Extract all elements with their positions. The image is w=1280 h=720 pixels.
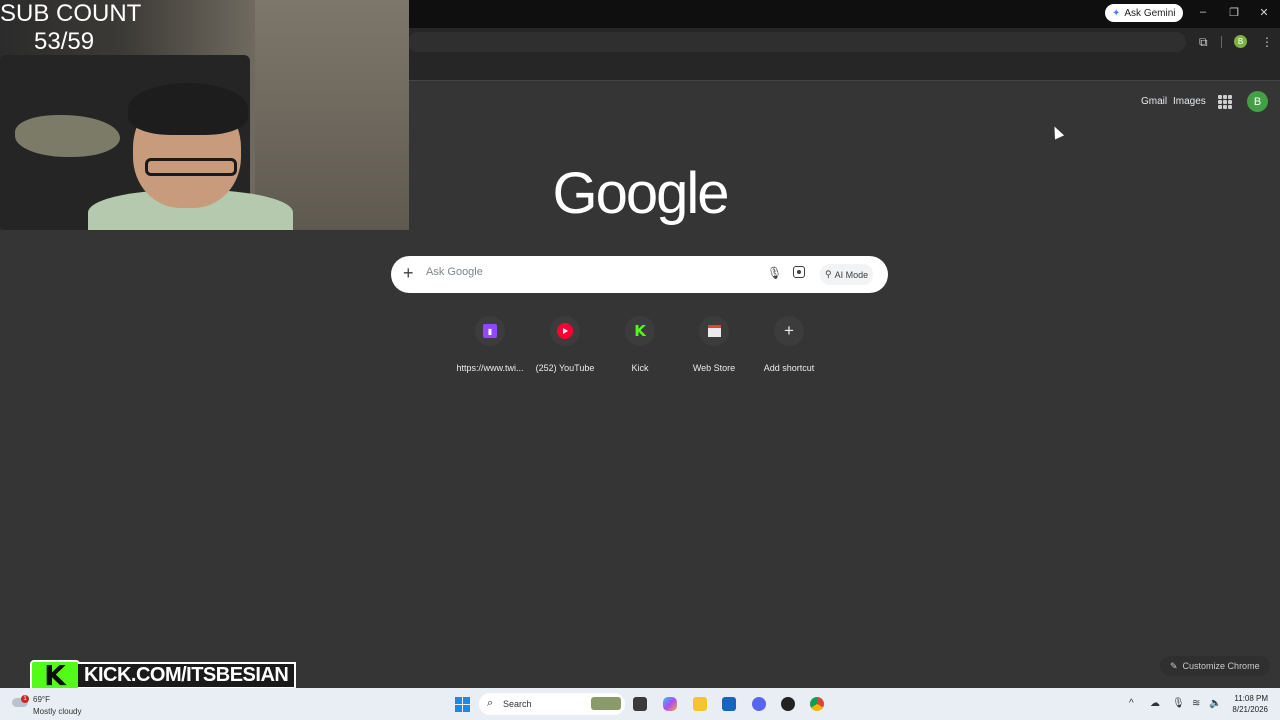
images-link[interactable]: Images [1173, 96, 1206, 107]
kebab-menu-icon[interactable]: ⋮ [1261, 35, 1273, 49]
webcam-person-hair [128, 83, 248, 135]
chevron-up-icon[interactable]: ^ [1129, 698, 1134, 709]
webcam-person-glasses [145, 158, 237, 176]
plus-icon: + [784, 321, 794, 340]
extensions-icon[interactable]: ⧉ [1199, 35, 1208, 50]
kick-channel-url: KICK.COM/ITSBESIAN [78, 662, 297, 689]
shortcut-tile: + [774, 316, 804, 346]
obs-icon[interactable] [781, 697, 795, 711]
shortcut-label: (252) YouTube [535, 363, 595, 373]
search-box[interactable]: + Ask Google 🎙 ⚲ AI Mode [391, 256, 888, 293]
copilot-icon[interactable] [663, 697, 677, 711]
microsoft-store-icon[interactable] [722, 697, 736, 711]
chrome-icon[interactable] [810, 697, 824, 711]
shortcut-tile: K [625, 316, 655, 346]
weather-widget[interactable]: 1 69°F Mostly cloudy [12, 692, 112, 718]
discord-icon[interactable] [752, 697, 766, 711]
webcam-wall [255, 0, 409, 230]
add-shortcut-button[interactable]: + Add shortcut [752, 316, 826, 373]
shortcut-tile [550, 316, 580, 346]
weather-temp: 69°F [33, 695, 50, 704]
shortcut-kick[interactable]: K Kick [603, 316, 677, 373]
shortcut-label: Add shortcut [763, 363, 815, 373]
sub-count-value: 53/59 [34, 28, 95, 55]
windows-taskbar: 1 69°F Mostly cloudy ⌕ Search ^ ☁ 🎙 ≋ 🔈 … [0, 688, 1280, 720]
clock-date: 8/21/2026 [1232, 705, 1268, 714]
web-store-icon [707, 325, 721, 337]
shortcut-twitch[interactable]: ▮ https://www.twi... [453, 316, 527, 373]
kick-logo-icon: K [30, 659, 80, 692]
task-view-icon[interactable] [633, 697, 647, 711]
shortcut-tile [699, 316, 729, 346]
shortcut-label: Kick [631, 363, 649, 373]
plus-icon[interactable]: + [403, 263, 414, 284]
search-highlight-art [591, 697, 621, 710]
shortcut-label: Web Store [692, 363, 736, 373]
shortcut-label: https://www.twi... [456, 363, 524, 373]
customize-chrome-label: Customize Chrome [1182, 661, 1260, 671]
sub-count-label: SUB COUNT [0, 0, 142, 27]
search-icon: ⌕ [487, 697, 494, 709]
file-explorer-icon[interactable] [693, 697, 707, 711]
microphone-icon[interactable]: 🎙 [1172, 698, 1185, 709]
volume-icon[interactable]: 🔈 [1209, 698, 1221, 709]
restore-icon[interactable]: ❐ [1227, 6, 1241, 19]
ai-mode-button[interactable]: ⚲ AI Mode [820, 264, 874, 285]
google-lens-icon[interactable] [793, 266, 805, 278]
clock-time: 11:08 PM [1234, 694, 1268, 703]
close-icon[interactable]: ✕ [1257, 6, 1271, 19]
microphone-icon[interactable]: 🎙 [767, 266, 782, 280]
twitch-icon: ▮ [483, 324, 497, 338]
shortcut-youtube[interactable]: (252) YouTube [528, 316, 602, 373]
toolbar-divider [1221, 36, 1222, 48]
weather-desc: Mostly cloudy [33, 707, 82, 716]
taskbar-search[interactable]: ⌕ Search [479, 693, 625, 715]
mouse-cursor-icon [1049, 124, 1065, 140]
system-clock[interactable]: 11:08 PM 8/21/2026 [1226, 693, 1268, 715]
shortcut-web-store[interactable]: Web Store [677, 316, 751, 373]
google-logo: Google [552, 161, 729, 226]
shortcut-tile: ▮ [475, 316, 505, 346]
windows-start-icon[interactable] [455, 697, 470, 712]
sub-count-overlay: SUB COUNT 53/59 [0, 0, 141, 56]
notification-badge: 1 [21, 695, 29, 703]
ai-mode-label: AI Mode [834, 269, 869, 280]
google-apps-icon[interactable] [1218, 95, 1232, 109]
taskbar-search-label: Search [503, 699, 532, 709]
customize-chrome-button[interactable]: ✎ Customize Chrome [1160, 656, 1270, 676]
search-input[interactable]: Ask Google [426, 266, 483, 278]
webcam-overlay: SUB COUNT 53/59 [0, 0, 409, 230]
gmail-link[interactable]: Gmail [1141, 96, 1167, 107]
ai-search-icon: ⚲ [825, 269, 832, 279]
gemini-spark-icon: ✦ [1112, 7, 1121, 19]
ask-gemini-button[interactable]: ✦ Ask Gemini [1105, 4, 1183, 22]
ask-gemini-label: Ask Gemini [1124, 7, 1176, 19]
webcam-blanket [15, 115, 120, 157]
account-avatar[interactable]: B [1247, 91, 1268, 112]
wifi-icon[interactable]: ≋ [1192, 698, 1200, 709]
kick-channel-banner: K KICK.COM/ITSBESIAN [30, 659, 297, 692]
minimize-icon[interactable]: – [1196, 6, 1210, 18]
address-bar[interactable] [408, 32, 1186, 52]
kick-icon: K [634, 322, 646, 340]
onedrive-icon[interactable]: ☁ [1150, 698, 1160, 709]
profile-avatar[interactable]: B [1234, 35, 1247, 48]
pencil-icon: ✎ [1170, 660, 1178, 671]
youtube-icon [557, 323, 573, 339]
